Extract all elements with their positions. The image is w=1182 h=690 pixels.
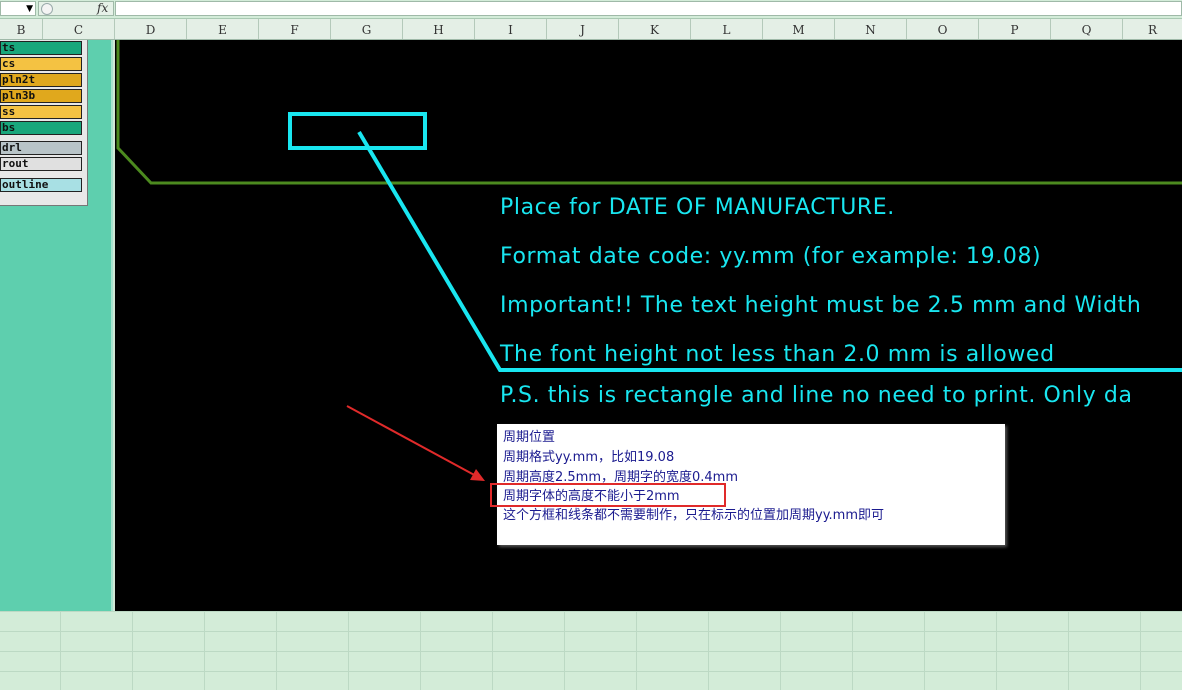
column-header-r[interactable]: R (1123, 19, 1182, 39)
column-header-m[interactable]: M (763, 19, 835, 39)
layer-item-ss[interactable]: ss (0, 105, 82, 119)
layer-list: ts cs pln2t pln3b ss bs drl rout outline (0, 40, 88, 206)
column-header-k[interactable]: K (619, 19, 691, 39)
board-outline (116, 40, 1182, 185)
name-box[interactable]: ▼ (0, 1, 36, 16)
column-header-q[interactable]: Q (1051, 19, 1123, 39)
formula-input[interactable] (115, 1, 1182, 16)
layer-item-pln3b[interactable]: pln3b (0, 89, 82, 103)
column-header-n[interactable]: N (835, 19, 907, 39)
cad-text-line: P.S. this is rectangle and line no need … (500, 383, 1133, 408)
circle-button-icon[interactable] (41, 3, 53, 15)
date-code-rectangle (288, 112, 427, 150)
layer-item-rout[interactable]: rout (0, 157, 82, 171)
column-header-i[interactable]: I (475, 19, 547, 39)
cad-text-line: Place for DATE OF MANUFACTURE. (500, 195, 895, 220)
note-line: 这个方框和线条都不需要制作，只在标示的位置加周期yy.mm即可 (503, 508, 884, 523)
layer-item-ts[interactable]: ts (0, 41, 82, 55)
column-header-row: B C D E F G H I J K L M N O P Q R (0, 19, 1182, 40)
layer-item-drl[interactable]: drl (0, 141, 82, 155)
note-line: 周期位置 (503, 430, 556, 445)
layer-item-cs[interactable]: cs (0, 57, 82, 71)
highlight-box (490, 483, 726, 507)
formula-bar: ▼ fx (0, 0, 1182, 19)
cad-text-line: Format date code: yy.mm (for example: 19… (500, 244, 1042, 269)
note-line: 周期格式yy.mm，比如19.08 (503, 450, 675, 465)
column-header-c[interactable]: C (43, 19, 115, 39)
column-header-g[interactable]: G (331, 19, 403, 39)
spreadsheet-grid[interactable] (0, 611, 1182, 690)
layer-item-outline[interactable]: outline (0, 178, 82, 192)
column-header-o[interactable]: O (907, 19, 979, 39)
cad-text-line: Important!! The text height must be 2.5 … (500, 293, 1142, 318)
layer-item-pln2t[interactable]: pln2t (0, 73, 82, 87)
column-header-l[interactable]: L (691, 19, 763, 39)
formula-tools: fx (38, 1, 114, 16)
column-header-f[interactable]: F (259, 19, 331, 39)
column-header-e[interactable]: E (187, 19, 259, 39)
fx-icon[interactable]: fx (97, 1, 108, 15)
column-header-d[interactable]: D (115, 19, 187, 39)
column-header-j[interactable]: J (547, 19, 619, 39)
column-header-p[interactable]: P (979, 19, 1051, 39)
panel-edge (111, 40, 113, 611)
chevron-down-icon[interactable]: ▼ (26, 4, 33, 14)
cad-text-line: The font height not less than 2.0 mm is … (500, 342, 1055, 367)
column-header-b[interactable]: B (0, 19, 43, 39)
column-header-h[interactable]: H (403, 19, 475, 39)
layer-item-bs[interactable]: bs (0, 121, 82, 135)
